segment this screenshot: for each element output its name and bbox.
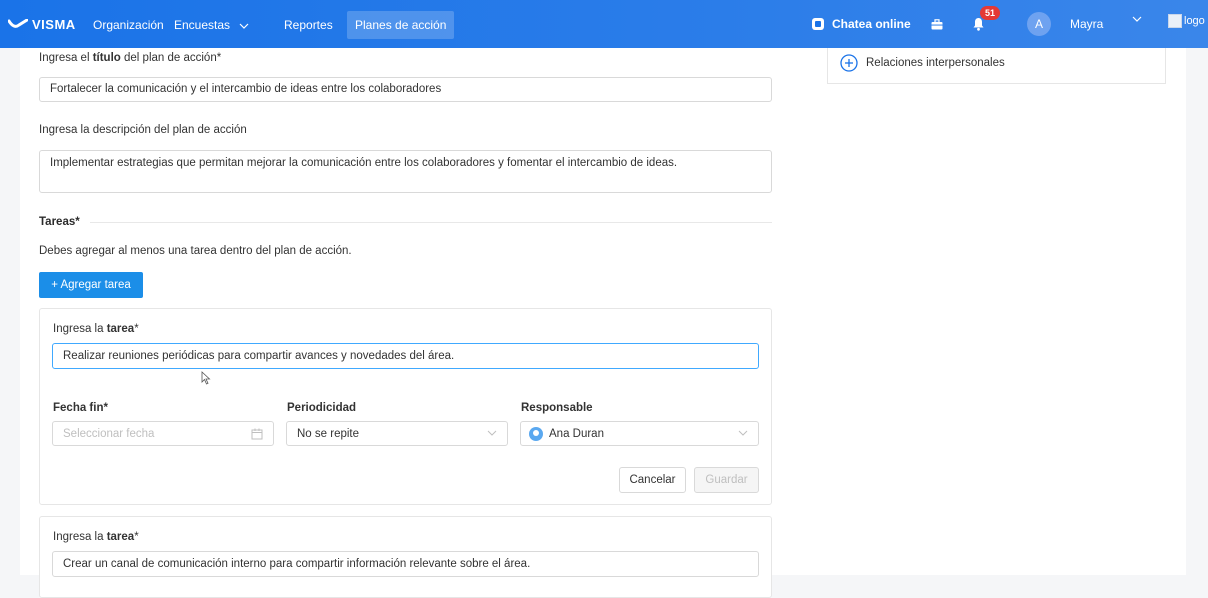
task-input-value: Crear un canal de comunicación interno p… [63,558,531,570]
nav-item-label: Encuestas [174,18,231,32]
nav-item-planes-de-accion[interactable]: Planes de acción [347,11,455,39]
task-card: Ingresa la tarea* Crear un canal de comu… [39,516,772,598]
periodicity-select[interactable]: No se repite [286,421,508,446]
nav-item-organizacion[interactable]: Organización [85,11,172,39]
nav-item-label: Organización [93,18,164,32]
task-input[interactable]: Realizar reuniones periódicas para compa… [52,343,759,369]
description-field-label: Ingresa la descripción del plan de acció… [39,124,247,136]
add-task-button[interactable]: + Agregar tarea [39,272,143,298]
tasks-hint: Debes agregar al menos una tarea dentro … [39,245,352,257]
briefcase-icon[interactable] [931,19,943,30]
task-label-prefix: Ingresa la [53,531,107,543]
task-field-label: Ingresa la tarea* [53,531,139,543]
chevron-down-icon [738,430,748,436]
avatar[interactable]: A [1027,12,1051,36]
save-button[interactable]: Guardar [694,467,759,493]
brand-name: VISMA [32,16,76,32]
categories-panel: Relaciones interpersonales [827,48,1166,84]
task-card: Ingresa la tarea* Realizar reuniones per… [39,308,772,505]
task-input-value: Realizar reuniones periódicas para compa… [63,350,455,362]
end-date-placeholder: Seleccionar fecha [63,427,155,440]
cancel-button[interactable]: Cancelar [619,467,686,493]
title-label-bold: título [92,52,121,64]
broken-image-icon [1168,14,1182,28]
add-category-item[interactable]: Relaciones interpersonales [840,54,1005,72]
tasks-heading: Tareas* [39,216,80,228]
notification-badge: 51 [980,6,1001,20]
title-label-prefix: Ingresa el [39,52,93,64]
visma-logo[interactable]: VISMA [8,15,76,33]
task-label-bold: tarea [106,323,135,335]
task-label-bold: tarea [106,531,135,543]
chevron-down-icon [239,23,249,29]
task-input[interactable]: Crear un canal de comunicación interno p… [52,551,759,577]
periodicity-label: Periodicidad [287,402,357,414]
description-textarea-value: Implementar estrategias que permitan mej… [50,157,678,169]
nav-item-encuestas[interactable]: Encuestas [166,11,257,39]
tasks-divider [90,222,772,223]
action-plan-form: Ingresa el título del plan de acción* Fo… [20,48,1186,598]
visma-swoosh-icon [8,19,28,28]
user-name[interactable]: Mayra [1070,17,1103,31]
end-date-label: Fecha fin* [53,402,108,414]
nav-item-reportes[interactable]: Reportes [276,11,341,39]
category-label: Relaciones interpersonales [866,57,1005,69]
task-label-suffix: * [134,531,139,543]
periodicity-value: No se repite [297,427,360,440]
mouse-cursor-icon [201,371,211,385]
task-field-label: Ingresa la tarea* [53,323,139,335]
title-input-value: Fortalecer la comunicación y el intercam… [50,83,442,95]
nav-item-label: Planes de acción [355,18,447,32]
owner-select[interactable]: Ana Duran [520,421,759,446]
user-avatar-icon [529,426,543,441]
bell-icon[interactable] [973,17,984,31]
title-input[interactable]: Fortalecer la comunicación y el intercam… [39,77,772,102]
task-label-prefix: Ingresa la [53,323,107,335]
chevron-down-icon[interactable] [1132,16,1142,22]
owner-label: Responsable [521,402,593,414]
chat-label: Chatea online [832,17,911,31]
nav-item-label: Reportes [284,18,333,32]
company-logo: logo [1168,14,1205,28]
chat-online-button[interactable]: Chatea online [812,17,911,31]
title-label-suffix: del plan de acción* [120,52,222,64]
title-field-label: Ingresa el título del plan de acción* [39,52,221,64]
task-label-suffix: * [134,323,139,335]
description-textarea[interactable]: Implementar estrategias que permitan mej… [39,150,772,193]
add-circle-icon [840,54,858,72]
chat-icon [812,18,824,30]
owner-value: Ana Duran [549,427,604,440]
calendar-icon [251,428,263,440]
end-date-picker[interactable]: Seleccionar fecha [52,421,274,446]
logo-alt-text: logo [1184,15,1205,27]
chevron-down-icon [487,430,497,436]
top-navigation-bar: VISMA Organización Encuestas Reportes Pl… [0,0,1208,48]
